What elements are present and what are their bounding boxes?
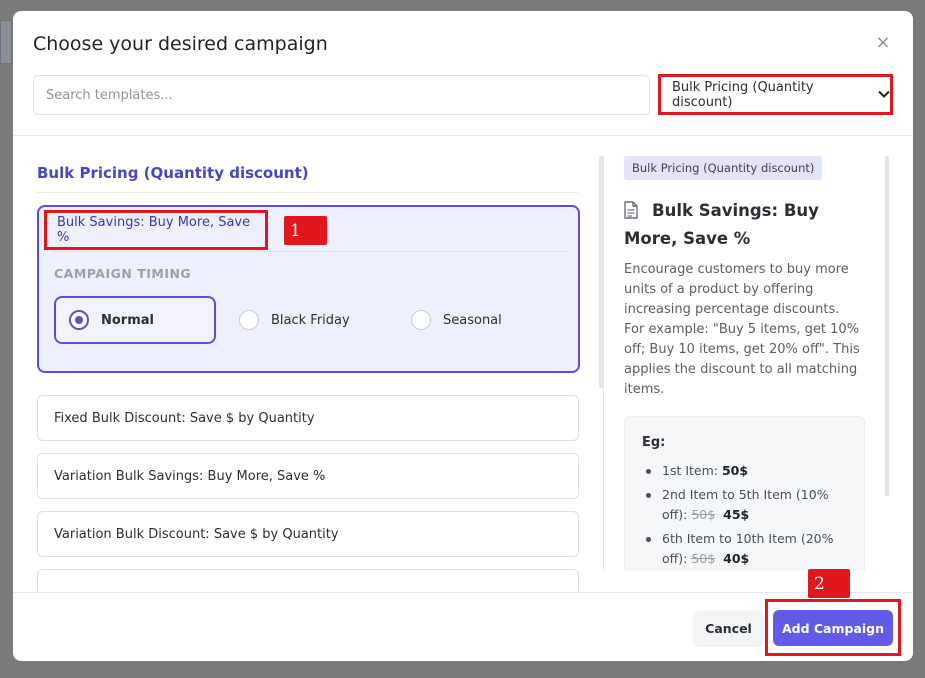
list-item: 6th Item to 10th Item (20% off): 50$ 40$ <box>642 529 852 569</box>
cancel-button[interactable]: Cancel <box>694 611 763 645</box>
example-text: 1st Item: <box>662 463 722 478</box>
detail-scrollbar[interactable] <box>885 156 889 496</box>
modal-title: Choose your desired campaign <box>33 33 328 55</box>
example-label: Eg: <box>642 435 666 450</box>
step-1-badge: 1 <box>284 216 327 245</box>
timing-option-normal[interactable]: Normal <box>54 296 216 344</box>
example-price: 50$ <box>721 463 749 478</box>
timing-option-black-friday[interactable]: Black Friday <box>226 296 386 344</box>
category-tag: Bulk Pricing (Quantity discount) <box>624 156 823 180</box>
template-card[interactable] <box>37 569 579 591</box>
example-old-price: 50$ <box>691 551 716 566</box>
example-price: 40$ <box>723 551 750 566</box>
pane-divider <box>603 156 604 571</box>
background-app-strip <box>0 20 12 64</box>
close-button[interactable]: × <box>875 33 891 53</box>
detail-description: Encourage customers to buy more units of… <box>624 262 860 397</box>
card-divider <box>53 251 568 252</box>
campaign-type-select-value: Bulk Pricing (Quantity discount) <box>672 79 814 110</box>
example-list: 1st Item: 50$ 2nd Item to 5th Item (10% … <box>642 461 852 571</box>
timing-option-label: Seasonal <box>443 312 502 328</box>
template-card-active[interactable]: Bulk Savings: Buy More, Save % 1 CAMPAIG… <box>37 205 580 373</box>
template-card[interactable]: Variation Bulk Savings: Buy More, Save % <box>37 453 579 499</box>
timing-option-label: Normal <box>101 312 154 328</box>
campaign-type-select[interactable]: Bulk Pricing (Quantity discount) <box>658 74 893 115</box>
example-price: 45$ <box>723 507 750 522</box>
campaign-timing-label: CAMPAIGN TIMING <box>54 266 192 281</box>
template-card[interactable]: Variation Bulk Discount: Save $ by Quant… <box>37 511 579 557</box>
timing-option-seasonal[interactable]: Seasonal <box>398 296 558 344</box>
chevron-down-icon <box>878 88 890 101</box>
section-title: Bulk Pricing (Quantity discount) <box>37 164 309 182</box>
detail-title: Bulk Savings: Buy More, Save % <box>624 201 819 248</box>
radio-selected-icon <box>69 310 89 330</box>
active-card-title[interactable]: Bulk Savings: Buy More, Save % <box>44 210 268 250</box>
campaign-modal: Choose your desired campaign × Bulk Pric… <box>13 11 913 661</box>
list-item: 2nd Item to 5th Item (10% off): 50$ 45$ <box>642 485 852 525</box>
section-divider <box>37 192 578 193</box>
template-list: Bulk Pricing (Quantity discount) Bulk Sa… <box>13 136 600 591</box>
list-item: 1st Item: 50$ <box>642 461 852 481</box>
step-2-badge: 2 <box>808 569 850 598</box>
example-box: Eg: 1st Item: 50$ 2nd Item to 5th Item (… <box>624 416 865 571</box>
template-detail: Bulk Pricing (Quantity discount) Bulk Sa… <box>613 136 883 571</box>
template-card[interactable]: Fixed Bulk Discount: Save $ by Quantity <box>37 395 579 441</box>
search-input[interactable] <box>33 75 650 115</box>
add-campaign-button[interactable]: Add Campaign <box>773 610 893 646</box>
radio-unselected-icon <box>239 310 259 330</box>
radio-unselected-icon <box>411 310 431 330</box>
timing-option-label: Black Friday <box>271 312 350 328</box>
example-old-price: 50$ <box>691 507 716 522</box>
footer-divider <box>13 592 913 593</box>
